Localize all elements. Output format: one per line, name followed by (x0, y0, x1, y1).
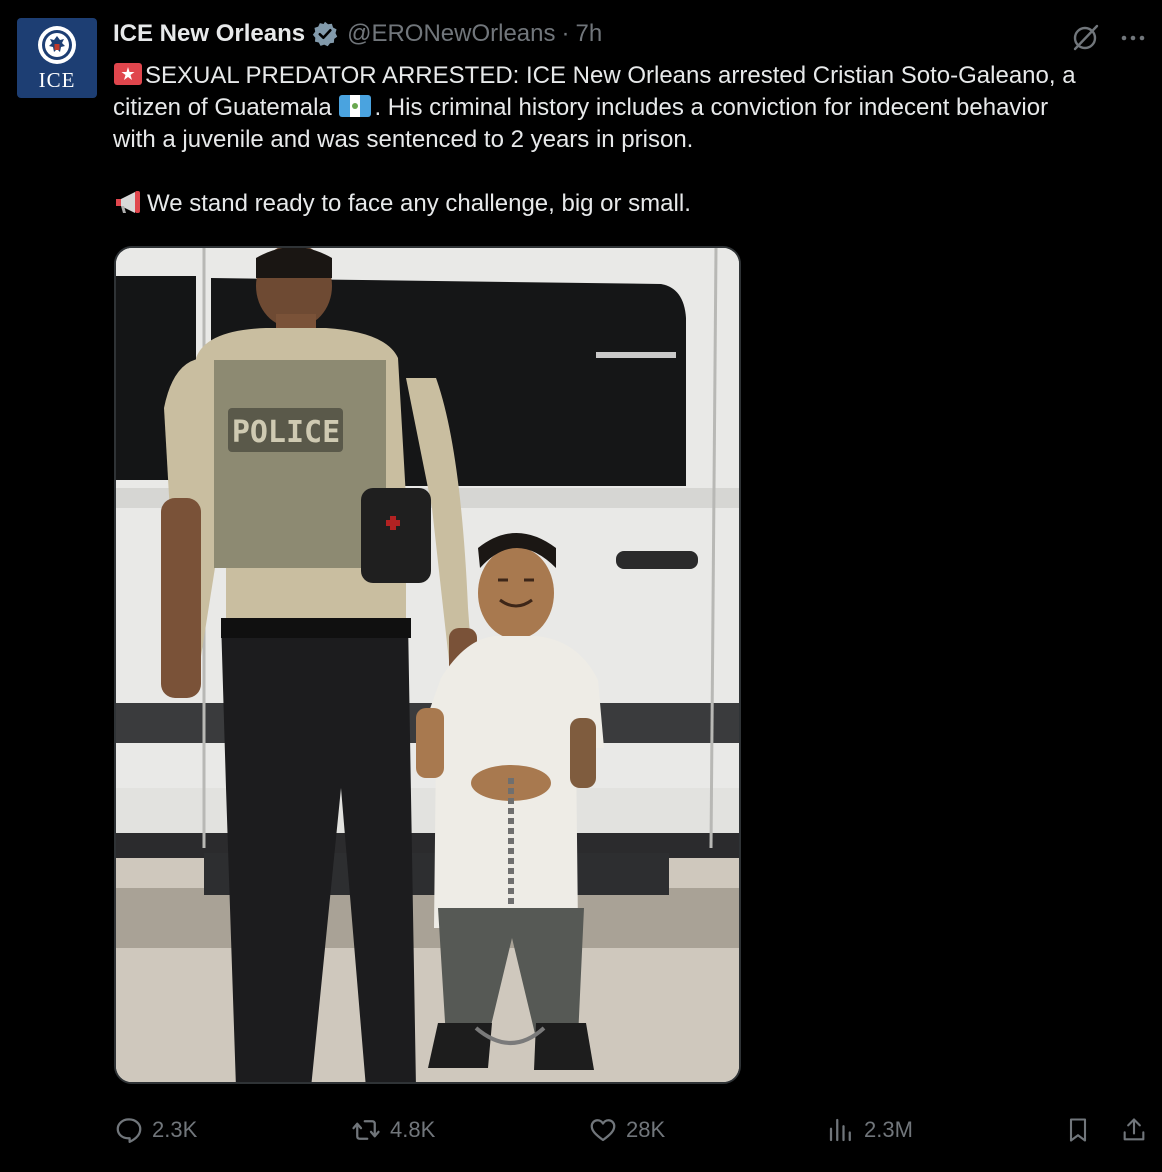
grok-icon[interactable] (1070, 22, 1100, 52)
tweet-photo[interactable]: POLICE (114, 246, 741, 1084)
view-count: 2.3M (864, 1117, 913, 1142)
share-button[interactable] (1120, 1112, 1156, 1148)
handle[interactable]: @ERONewOrleans (347, 20, 555, 48)
action-bar: 2.3K 4.8K 28K 2.3M (0, 1112, 1162, 1148)
tweet-line-1-text: SEXUAL PREDATOR ARRESTED: ICE New Orlean… (145, 62, 1076, 89)
avatar-text: ICE (38, 68, 76, 92)
guatemala-flag-emoji-icon (339, 95, 372, 117)
tweet-line-2: citizen of Guatemala . His criminal hist… (113, 92, 1143, 124)
reply-button[interactable]: 2.3K (114, 1112, 197, 1148)
repost-button[interactable]: 4.8K (350, 1112, 435, 1148)
reply-icon (116, 1118, 142, 1143)
tweet-line-3: with a juvenile and was sentenced to 2 y… (113, 126, 694, 153)
timestamp[interactable]: 7h (576, 20, 603, 48)
like-button[interactable]: 28K (588, 1112, 665, 1148)
tweet-line-2b-text: . His criminal history includes a convic… (374, 94, 1049, 121)
dhs-seal-icon (38, 26, 76, 64)
separator: · (561, 20, 570, 47)
avatar[interactable]: ICE (17, 18, 97, 98)
display-name[interactable]: ICE New Orleans (113, 20, 305, 48)
top-actions (1070, 22, 1146, 52)
tweet-text: SEXUAL PREDATOR ARRESTED: ICE New Orlean… (113, 60, 1143, 220)
tweet-line-1: SEXUAL PREDATOR ARRESTED: ICE New Orlean… (113, 60, 1143, 92)
tweet-line-4: We stand ready to face any challenge, bi… (113, 188, 1143, 220)
bookmark-icon (1069, 1118, 1087, 1142)
like-count: 28K (626, 1117, 666, 1142)
more-icon[interactable] (1120, 22, 1146, 52)
bookmark-button[interactable] (1064, 1112, 1100, 1148)
arrest-photo: POLICE (116, 248, 739, 1082)
megaphone-emoji-icon (116, 191, 140, 213)
verified-badge-icon[interactable] (311, 20, 339, 48)
views-button[interactable]: 2.3M (826, 1112, 913, 1148)
repost-icon (352, 1120, 380, 1140)
views-icon (829, 1118, 851, 1142)
tweet-line-4-text: We stand ready to face any challenge, bi… (147, 190, 691, 217)
police-patch: POLICE (232, 415, 340, 450)
repost-count: 4.8K (390, 1117, 436, 1142)
siren-emoji-icon (114, 63, 142, 85)
tweet-header: ICE New Orleans @ERONewOrleans · 7h (113, 18, 602, 50)
reply-count: 2.3K (152, 1117, 198, 1142)
tweet-line-2a-text: citizen of Guatemala (113, 94, 332, 121)
tweet[interactable]: ICE ICE New Orleans @ERONewOrleans · 7h … (0, 0, 1162, 1172)
share-icon (1123, 1118, 1145, 1141)
heart-icon (590, 1119, 616, 1142)
